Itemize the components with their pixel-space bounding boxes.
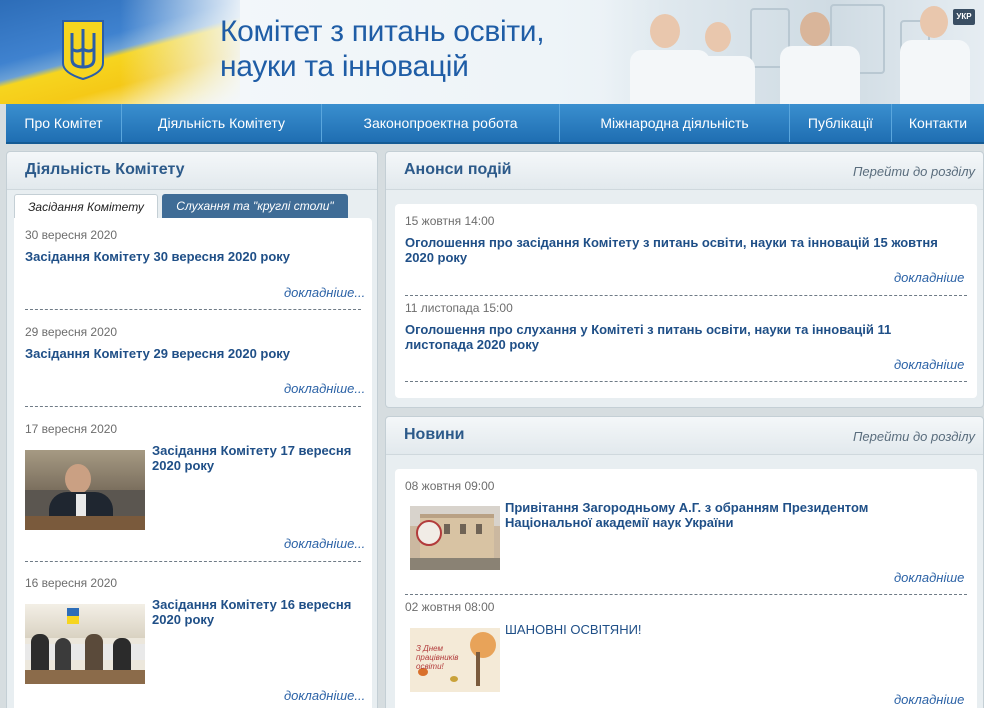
item-date: 16 вересня 2020 xyxy=(25,576,118,590)
more-link[interactable]: докладніше xyxy=(894,270,964,285)
more-link[interactable]: докладніше xyxy=(894,357,964,372)
separator xyxy=(25,561,361,562)
more-link[interactable]: докладніше xyxy=(894,692,964,707)
announcements-panel-title: Анонси подій xyxy=(404,161,512,178)
item-date: 17 вересня 2020 xyxy=(25,422,118,436)
main-nav: Про Комітет Діяльність Комітету Законопр… xyxy=(6,104,984,144)
more-link[interactable]: докладніше xyxy=(894,570,964,585)
separator xyxy=(405,594,967,595)
item-title-link[interactable]: ШАНОВНІ ОСВІТЯНИ! xyxy=(505,622,905,637)
separator xyxy=(25,406,361,407)
language-switch[interactable]: УКР xyxy=(953,9,975,25)
news-photo[interactable] xyxy=(410,506,500,570)
item-title-link[interactable]: Засідання Комітету 30 вересня 2020 року xyxy=(25,249,365,264)
meeting-photo[interactable] xyxy=(25,450,145,530)
separator xyxy=(25,309,361,310)
item-date: 08 жовтня 09:00 xyxy=(405,479,495,493)
site-header: Комітет з питань освіти, науки та іннова… xyxy=(0,0,984,104)
item-date: 30 вересня 2020 xyxy=(25,228,118,242)
site-title[interactable]: Комітет з питань освіти, науки та іннова… xyxy=(220,14,545,84)
news-goto-link[interactable]: Перейти до розділу xyxy=(853,429,975,444)
item-date: 02 жовтня 08:00 xyxy=(405,600,495,614)
more-link[interactable]: докладніше... xyxy=(284,285,365,300)
news-photo[interactable]: З Днем працівників освіти! xyxy=(410,628,500,692)
item-title-link[interactable]: Засідання Комітету 16 вересня 2020 року xyxy=(152,597,364,627)
site-title-line-2: науки та інновацій xyxy=(220,50,469,83)
site-title-line-1: Комітет з питань освіти, xyxy=(220,15,545,48)
tab-hearings[interactable]: Слухання та "круглі столи" xyxy=(162,194,348,218)
meeting-photo[interactable] xyxy=(25,604,145,684)
trident-emblem-icon[interactable] xyxy=(60,19,106,81)
news-panel-title: Новини xyxy=(404,426,465,443)
header-photo xyxy=(600,0,984,104)
nav-item-activity[interactable]: Діяльність Комітету xyxy=(122,104,322,142)
nav-item-about[interactable]: Про Комітет xyxy=(6,104,122,142)
tab-meetings[interactable]: Засідання Комітету xyxy=(14,194,158,218)
item-date: 15 жовтня 14:00 xyxy=(405,214,495,228)
nav-item-publications[interactable]: Публікації xyxy=(790,104,892,142)
more-link[interactable]: докладніше... xyxy=(284,536,365,551)
announcements-goto-link[interactable]: Перейти до розділу xyxy=(853,164,975,179)
nav-item-legislation[interactable]: Законопроектна робота xyxy=(322,104,560,142)
more-link[interactable]: докладніше... xyxy=(284,381,365,396)
news-image-text: З Днем працівників освіти! xyxy=(416,644,459,671)
activity-panel-title: Діяльність Комітету xyxy=(25,161,185,178)
separator xyxy=(405,295,967,296)
item-title-link[interactable]: Засідання Комітету 17 вересня 2020 року xyxy=(152,443,364,473)
nav-item-contacts[interactable]: Контакти xyxy=(892,104,984,142)
item-date: 11 листопада 15:00 xyxy=(405,301,513,315)
item-title-link[interactable]: Оголошення про засідання Комітету з пита… xyxy=(405,235,965,265)
separator xyxy=(405,381,967,382)
item-title-link[interactable]: Привітання Загородньому А.Г. з обранням … xyxy=(505,500,905,530)
more-link[interactable]: докладніше... xyxy=(284,688,365,703)
nav-item-international[interactable]: Міжнародна діяльність xyxy=(560,104,790,142)
item-title-link[interactable]: Оголошення про слухання у Комітеті з пит… xyxy=(405,322,925,352)
item-date: 29 вересня 2020 xyxy=(25,325,118,339)
item-title-link[interactable]: Засідання Комітету 29 вересня 2020 року xyxy=(25,346,365,361)
